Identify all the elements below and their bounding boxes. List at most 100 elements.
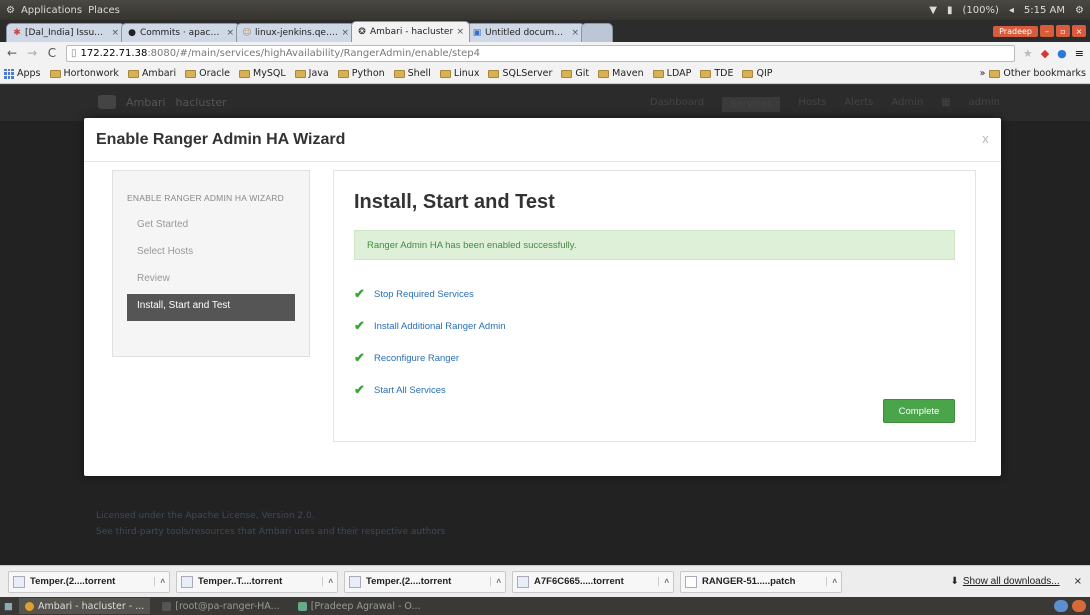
show-desktop-icon[interactable]: ■	[4, 601, 13, 612]
apps-bookmark[interactable]: Apps	[4, 68, 41, 79]
clock[interactable]: 5:15 AM	[1024, 5, 1065, 16]
taskbar-item[interactable]: [Pradeep Agrawal - O...	[292, 598, 427, 614]
folder-icon	[127, 69, 139, 78]
bookmark-folder[interactable]: Shell	[393, 68, 431, 79]
ubuntu-icon[interactable]: ⚙	[6, 5, 15, 16]
close-downloads-icon[interactable]: ×	[1074, 576, 1082, 587]
folder-icon	[598, 69, 610, 78]
task-link[interactable]: Start All Services	[374, 385, 446, 396]
download-item[interactable]: RANGER-51.....patch ˄	[680, 570, 842, 593]
close-icon[interactable]: x	[982, 132, 989, 146]
ambari-brand[interactable]: Ambari	[126, 96, 166, 109]
bookmark-folder[interactable]: SQLServer	[488, 68, 552, 79]
close-window-icon[interactable]: ×	[1072, 25, 1086, 37]
task-link[interactable]: Stop Required Services	[374, 289, 474, 300]
task-list: ✔ Stop Required Services ✔ Install Addit…	[354, 278, 955, 406]
chevron-up-icon[interactable]: ˄	[658, 577, 669, 586]
chevron-up-icon[interactable]: ˄	[490, 577, 501, 586]
settings-gear-icon[interactable]: ⚙	[1075, 5, 1084, 16]
github-icon: ●	[128, 28, 136, 38]
other-bookmarks[interactable]: Other bookmarks	[989, 68, 1086, 79]
back-arrow-icon[interactable]: ←	[6, 46, 18, 60]
complete-button[interactable]: Complete	[883, 399, 955, 423]
reload-icon[interactable]: C	[46, 46, 58, 60]
bookmark-folder[interactable]: MySQL	[239, 68, 286, 79]
bookmark-folder[interactable]: Java	[294, 68, 329, 79]
task-link[interactable]: Install Additional Ranger Admin	[374, 321, 506, 332]
bug-icon: ✱	[13, 28, 21, 38]
nav-alerts[interactable]: Alerts	[844, 97, 873, 112]
download-item[interactable]: Temper..T....torrent ˄	[176, 570, 338, 593]
bookmark-folder[interactable]: QIP	[742, 68, 772, 79]
tab-close-icon[interactable]: ×	[341, 28, 349, 38]
browser-tab[interactable]: ✱ [Dal_India] Issue Na ×	[6, 23, 125, 42]
more-bookmarks-icon[interactable]: »	[980, 68, 986, 79]
task-link[interactable]: Reconfigure Ranger	[374, 353, 459, 364]
task-item[interactable]: ✔ Reconfigure Ranger	[354, 342, 955, 374]
nav-dashboard[interactable]: Dashboard	[650, 97, 704, 112]
bookmark-folder[interactable]: Linux	[439, 68, 479, 79]
bookmark-folder[interactable]: Oracle	[185, 68, 230, 79]
taskbar-item[interactable]: [root@pa-ranger-HA...	[156, 598, 285, 614]
nav-services[interactable]: Services	[722, 97, 781, 112]
tab-close-icon[interactable]: ×	[111, 28, 119, 38]
cluster-name[interactable]: hacluster	[176, 96, 227, 109]
bookmark-folder[interactable]: Hortonwork	[49, 68, 119, 79]
battery-icon[interactable]: ▮	[947, 5, 953, 16]
browser-tab[interactable]: ● Commits · apache/in ×	[121, 23, 240, 42]
wizard-nav-header: ENABLE RANGER ADMIN HA WIZARD	[127, 193, 284, 203]
tab-close-icon[interactable]: ×	[456, 27, 464, 37]
chevron-up-icon[interactable]: ˄	[154, 577, 165, 586]
browser-tab-active[interactable]: ❂ Ambari - hacluster ×	[351, 21, 470, 42]
url-path: :8080/#/main/services/highAvailability/R…	[147, 47, 480, 59]
patch-file-icon	[685, 575, 697, 588]
tab-close-icon[interactable]: ×	[571, 28, 579, 38]
nav-hosts[interactable]: Hosts	[798, 97, 826, 112]
grid-icon[interactable]: ▦	[941, 97, 950, 112]
bookmark-folder[interactable]: TDE	[700, 68, 733, 79]
browser-tab[interactable]: ☺ linux-jenkins.qe.hor ×	[236, 23, 355, 42]
wizard-content: Install, Start and Test Ranger Admin HA …	[333, 170, 976, 442]
task-item[interactable]: ✔ Stop Required Services	[354, 278, 955, 310]
bookmark-star-icon[interactable]: ★	[1023, 47, 1033, 60]
browser-tab[interactable]: ▣ Untitled document - ×	[466, 23, 585, 42]
tab-label: Untitled document -	[485, 28, 569, 38]
menu-icon[interactable]: ≡	[1075, 47, 1084, 60]
folder-icon	[989, 69, 1001, 78]
wizard-step-install-start-test[interactable]: Install, Start and Test	[127, 294, 295, 321]
bookmark-folder[interactable]: Ambari	[127, 68, 176, 79]
places-menu[interactable]: Places	[88, 5, 120, 16]
url-input[interactable]: ▯ 172.22.71.38 :8080/#/main/services/hig…	[66, 44, 1015, 62]
new-tab-button[interactable]	[581, 23, 613, 42]
bookmark-folder[interactable]: Maven	[598, 68, 644, 79]
nav-admin[interactable]: Admin	[891, 97, 923, 112]
bookmark-folder[interactable]: Python	[337, 68, 385, 79]
download-item[interactable]: A7F6C665.....torrent ˄	[512, 570, 674, 593]
bookmark-folder[interactable]: LDAP	[652, 68, 691, 79]
forward-arrow-icon[interactable]: →	[26, 46, 38, 60]
workspace-icon[interactable]	[1054, 600, 1068, 612]
applications-menu[interactable]: Applications	[21, 5, 82, 16]
chevron-up-icon[interactable]: ˄	[322, 577, 333, 586]
tab-close-icon[interactable]: ×	[226, 28, 234, 38]
extension-icon[interactable]: ●	[1057, 47, 1067, 60]
minimize-icon[interactable]: –	[1040, 25, 1054, 37]
task-item[interactable]: ✔ Start All Services	[354, 374, 955, 406]
workspace-icon[interactable]	[1072, 600, 1086, 612]
wizard-step-review: Review	[137, 273, 170, 284]
user-menu[interactable]: admin	[969, 97, 1000, 112]
download-item[interactable]: Temper.(2....torrent ˄	[344, 570, 506, 593]
task-item[interactable]: ✔ Install Additional Ranger Admin	[354, 310, 955, 342]
profile-button[interactable]: Pradeep	[993, 25, 1038, 37]
show-all-downloads-link[interactable]: Show all downloads...	[963, 576, 1060, 587]
bookmark-folder[interactable]: Git	[561, 68, 589, 79]
folder-icon	[742, 69, 754, 78]
volume-icon[interactable]: ◂	[1009, 5, 1014, 16]
wifi-icon[interactable]: ▼	[929, 5, 937, 16]
maximize-icon[interactable]: ▫	[1056, 25, 1070, 37]
checkmark-icon: ✔	[354, 350, 365, 365]
chevron-up-icon[interactable]: ˄	[826, 577, 837, 586]
download-item[interactable]: Temper.(2....torrent ˄	[8, 570, 170, 593]
taskbar-item[interactable]: Ambari - hacluster - ...	[18, 598, 151, 614]
extension-icon[interactable]: ◆	[1041, 47, 1049, 60]
